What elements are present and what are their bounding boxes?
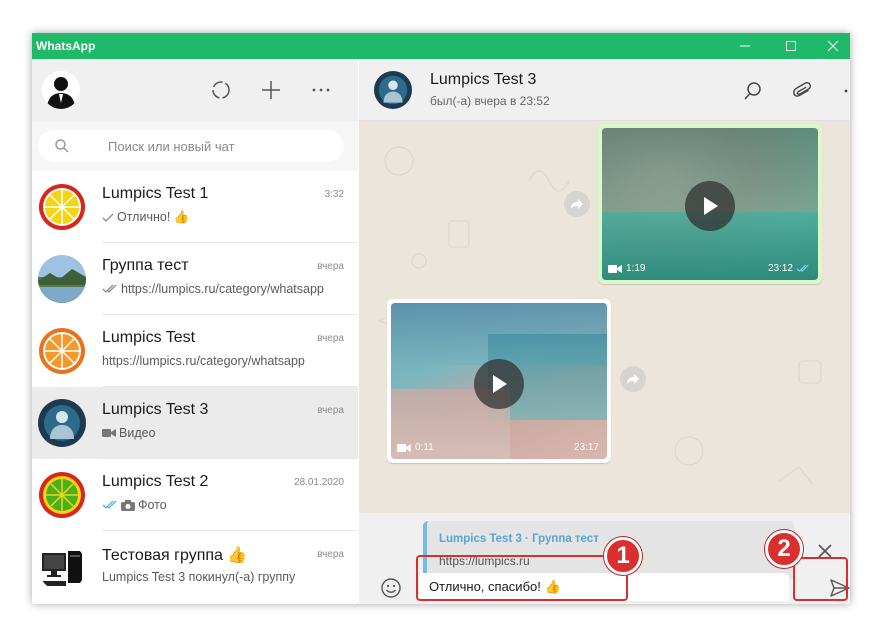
outgoing-video-message[interactable]: 1:19 23:12 <box>598 124 822 284</box>
quote-title: Lumpics Test 3 · Группа тест <box>439 533 599 545</box>
maximize-icon <box>786 41 796 51</box>
chat-time: вчера <box>317 405 344 416</box>
chat-preview: Видео <box>102 426 346 440</box>
chat-preview: Lumpics Test 3 покинул(-а) группу <box>102 570 296 584</box>
status-icon <box>212 81 230 99</box>
contact-name: Lumpics Test 3 <box>430 71 537 88</box>
chat-preview: Отлично! 👍 <box>102 210 346 225</box>
play-button[interactable] <box>685 181 735 231</box>
chat-name: Lumpics Test <box>102 329 196 346</box>
chat-item-lumpics-test[interactable]: Lumpics Test вчера https://lumpics.ru/ca… <box>32 315 358 387</box>
video-camera-icon <box>102 429 116 437</box>
chat-preview: https://lumpics.ru/category/whatsapp <box>102 354 305 368</box>
forward-button[interactable] <box>564 191 590 217</box>
more-icon <box>312 88 330 92</box>
sidebar: Поиск или новый чат Lumpics Test 1 3:32 … <box>32 59 358 604</box>
conversation-header: Lumpics Test 3 был(-а) вчера в 23:52 <box>359 59 850 121</box>
contact-avatar[interactable] <box>374 71 412 109</box>
message-area: 1:19 23:12 0:11 23:17 <box>359 121 850 513</box>
chat-avatar <box>38 399 86 447</box>
search-messages-button[interactable] <box>739 77 767 105</box>
chat-time: вчера <box>317 549 344 560</box>
minimize-icon <box>740 45 750 47</box>
search-input[interactable]: Поиск или новый чат <box>38 130 344 162</box>
message-time: 23:17 <box>573 442 599 453</box>
sidebar-header <box>32 59 358 121</box>
chat-list: Lumpics Test 1 3:32 Отлично! 👍 Группа те… <box>32 171 358 603</box>
my-avatar[interactable] <box>42 71 80 109</box>
step-badge-2: 2 <box>765 530 803 568</box>
plus-icon <box>262 81 280 99</box>
forward-button[interactable] <box>620 366 646 392</box>
chat-item-testovaya-gruppa[interactable]: Тестовая группа 👍 вчера Lumpics Test 3 п… <box>32 531 358 603</box>
double-check-blue-icon <box>102 500 117 509</box>
chat-avatar <box>38 255 86 303</box>
highlight-message-input <box>416 555 628 601</box>
chat-time: вчера <box>317 261 344 272</box>
video-thumbnail[interactable]: 1:19 23:12 <box>602 128 818 280</box>
video-duration: 0:11 <box>397 442 434 453</box>
video-duration: 1:19 <box>608 263 645 274</box>
search-icon <box>744 82 761 100</box>
status-button[interactable] <box>208 77 234 103</box>
chat-name: Группа тест <box>102 257 189 274</box>
search-placeholder: Поиск или новый чат <box>108 139 235 154</box>
title-bar: WhatsApp <box>32 33 850 59</box>
chat-item-lumpics-test-3[interactable]: Lumpics Test 3 вчера Видео <box>32 387 358 459</box>
minimize-button[interactable] <box>722 33 768 59</box>
single-check-icon <box>102 213 114 222</box>
chat-item-gruppa-test[interactable]: Группа тест вчера https://lumpics.ru/cat… <box>32 243 358 315</box>
chat-avatar <box>38 471 86 519</box>
play-icon <box>493 375 507 393</box>
video-camera-icon <box>608 264 622 273</box>
double-check-blue-icon <box>796 264 809 272</box>
whatsapp-window: WhatsApp Поиск или новый чат Lumpics Tes… <box>32 33 850 604</box>
step-badge-1: 1 <box>604 537 642 575</box>
video-thumbnail[interactable]: 0:11 23:17 <box>391 303 607 459</box>
play-button[interactable] <box>474 359 524 409</box>
more-icon <box>844 89 848 93</box>
chat-name: Lumpics Test 2 <box>102 473 209 490</box>
close-icon <box>827 40 839 52</box>
chat-item-lumpics-test-2[interactable]: Lumpics Test 2 28.01.2020 Фото <box>32 459 358 531</box>
paperclip-icon <box>793 82 812 97</box>
chat-time: 28.01.2020 <box>293 477 344 488</box>
video-camera-icon <box>397 443 411 452</box>
close-window-button[interactable] <box>810 33 850 59</box>
search-bar: Поиск или новый чат <box>32 121 358 171</box>
chat-avatar <box>38 543 86 591</box>
chat-avatar <box>38 327 86 375</box>
chat-name: Lumpics Test 3 <box>102 401 209 418</box>
chat-preview: https://lumpics.ru/category/whatsapp <box>102 282 346 296</box>
chat-time: 3:32 <box>324 189 344 200</box>
emoji-icon <box>381 578 401 598</box>
chat-name: Lumpics Test 1 <box>102 185 209 202</box>
highlight-send-button <box>793 557 848 601</box>
chat-name: Тестовая группа 👍 <box>102 547 248 564</box>
chat-time: вчера <box>317 333 344 344</box>
attach-button[interactable] <box>789 77 817 105</box>
contact-last-seen: был(-а) вчера в 23:52 <box>430 94 550 108</box>
emoji-button[interactable] <box>378 575 404 601</box>
window-title: WhatsApp <box>36 39 96 53</box>
sidebar-menu-button[interactable] <box>308 77 334 103</box>
double-check-icon <box>102 284 117 293</box>
conversation-menu-button[interactable] <box>839 77 850 105</box>
conversation-panel: Lumpics Test 3 был(-а) вчера в 23:52 1:1… <box>359 59 850 604</box>
incoming-video-message[interactable]: 0:11 23:17 <box>387 299 611 463</box>
search-icon <box>54 138 70 159</box>
forward-icon <box>627 374 639 384</box>
chat-item-lumpics-test-1[interactable]: Lumpics Test 1 3:32 Отлично! 👍 <box>32 171 358 243</box>
play-icon <box>704 197 718 215</box>
camera-icon <box>121 499 135 511</box>
forward-icon <box>571 199 583 209</box>
new-chat-button[interactable] <box>258 77 284 103</box>
chat-preview: Фото <box>102 498 346 512</box>
chat-avatar <box>38 183 86 231</box>
maximize-button[interactable] <box>768 33 814 59</box>
message-time: 23:12 <box>768 263 810 274</box>
